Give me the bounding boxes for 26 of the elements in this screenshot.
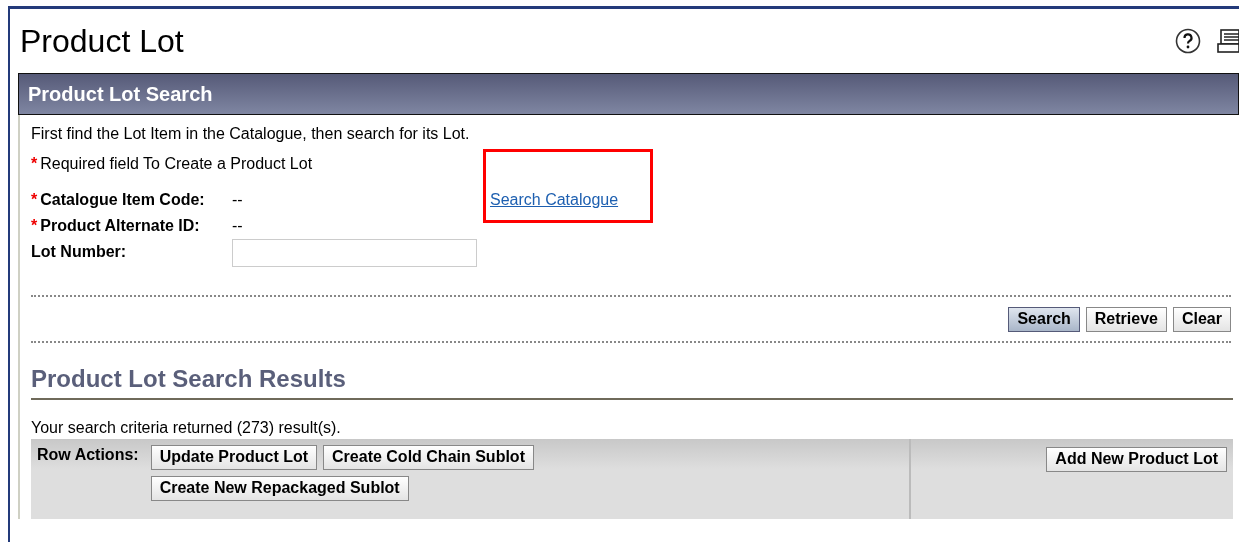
input-field[interactable] <box>232 238 477 267</box>
required-mark: * <box>31 155 38 173</box>
panel-header: Product Lot Search <box>18 73 1239 115</box>
required-mark: * <box>31 191 38 209</box>
help-icon[interactable] <box>1175 28 1201 54</box>
page-title: Product Lot <box>20 22 185 60</box>
instruction-text: First find the Lot Item in the Catalogue, then search for its Lot. <box>31 125 471 143</box>
row-actions-label: Row Actions: <box>37 444 139 465</box>
action-button[interactable]: Add New Product Lot <box>1046 446 1227 472</box>
field-value: -- <box>232 217 243 234</box>
action-button[interactable]: Update Product Lot <box>150 444 318 470</box>
field-label: Lot Number: <box>31 243 127 261</box>
print-icon[interactable] <box>1217 28 1239 54</box>
required-mark: * <box>31 217 38 235</box>
action-button[interactable]: Clear <box>1172 306 1231 332</box>
action-button[interactable]: Search <box>1008 306 1080 332</box>
field-label: Product Alternate ID: <box>40 217 200 235</box>
result-summary: Your search criteria returned (273) result(s). <box>31 418 342 437</box>
required-note: Required field To Create a Product Lot <box>40 155 313 173</box>
action-button[interactable]: Create New Repackaged Sublot <box>150 475 409 501</box>
field-label: Catalogue Item Code: <box>40 191 205 209</box>
field-value: -- <box>232 191 243 208</box>
action-button[interactable]: Retrieve <box>1085 306 1167 332</box>
action-button[interactable]: Create Cold Chain Sublot <box>323 444 534 470</box>
search-catalogue-link[interactable]: Search Catalogue <box>490 191 619 209</box>
section-title: Product Lot Search Results <box>31 364 1233 400</box>
